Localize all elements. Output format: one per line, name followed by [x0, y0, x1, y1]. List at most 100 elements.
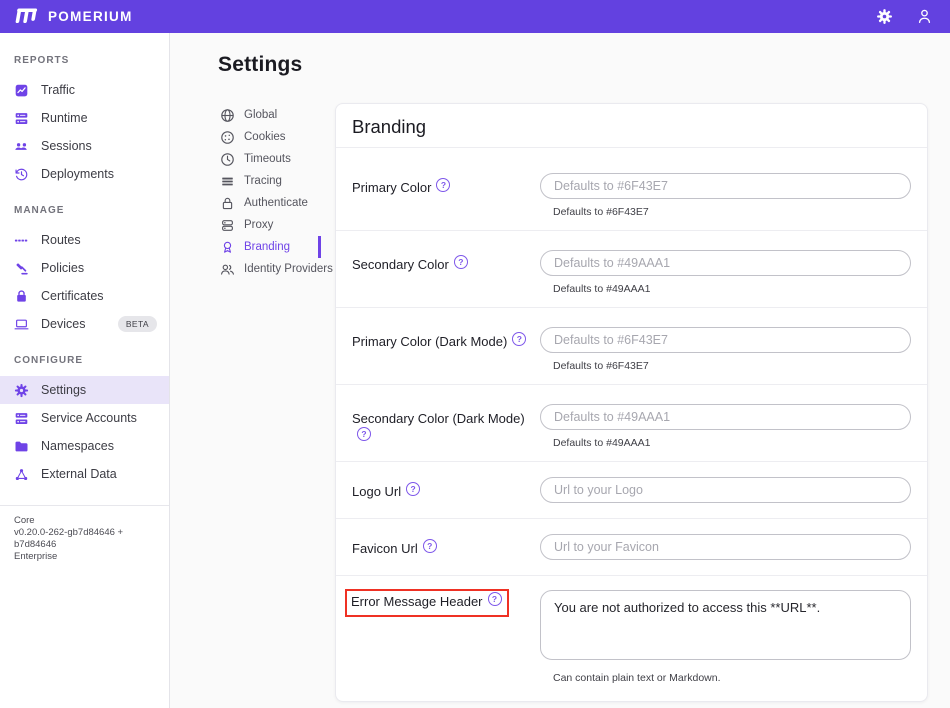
panel-title: Branding — [352, 116, 911, 137]
namespaces-folder-icon — [14, 439, 29, 454]
label-wrap: Secondary Color (Dark Mode)? — [352, 410, 540, 446]
subnav-item-tracing[interactable]: Tracing — [218, 170, 321, 192]
main-layout: REPORTS Traffic Runtime Sessions Deployments… — [0, 33, 950, 708]
field-input-primary-color[interactable] — [540, 173, 911, 199]
field-label-error-message-header: Error Message Header — [351, 594, 483, 609]
gear-icon[interactable] — [868, 2, 900, 32]
field-label-primary-color: Primary Color — [352, 180, 431, 195]
field-label-favicon-url: Favicon Url — [352, 541, 418, 556]
field-input-secondary-color-dark-mode[interactable] — [540, 404, 911, 430]
helper-text: Defaults to #49AAA1 — [553, 283, 911, 296]
field-label-col: Logo Url? — [352, 477, 540, 503]
subnav-item-global[interactable]: Global — [218, 104, 321, 126]
sidebar-item-label: Routes — [41, 233, 81, 247]
globe-icon — [220, 108, 235, 123]
external-data-icon — [14, 467, 29, 482]
sidebar-item-label: Traffic — [41, 83, 75, 97]
beta-badge: BETA — [118, 316, 157, 332]
field-control-col: Defaults to #49AAA1 — [540, 250, 911, 296]
label-wrap: Primary Color? — [352, 179, 450, 197]
field-input-logo-url[interactable] — [540, 477, 911, 503]
sidebar-item-policies[interactable]: Policies — [0, 254, 169, 282]
field-label-col: Error Message Header? — [352, 590, 540, 685]
subnav-item-identity-providers[interactable]: Identity Providers — [218, 258, 321, 280]
help-icon[interactable]: ? — [512, 332, 526, 346]
sidebar-item-label: External Data — [41, 467, 117, 481]
field-label-col: Secondary Color? — [352, 250, 540, 296]
sidebar-item-deployments[interactable]: Deployments — [0, 160, 169, 188]
settings-subnav: Global Cookies Timeouts TracingAuthenticate… — [218, 104, 321, 280]
version-number: v0.20.0-262-gb7d84646 + b7d84646 — [14, 527, 155, 551]
sessions-people-icon — [14, 139, 29, 154]
sidebar-item-label: Deployments — [41, 167, 114, 181]
sidebar-item-certificates[interactable]: Certificates — [0, 282, 169, 310]
field-row-primary-color: Primary Color? Defaults to #6F43E7 — [336, 148, 927, 230]
subnav-item-label: Identity Providers — [244, 263, 333, 275]
nav-section-label-reports: REPORTS — [14, 55, 155, 66]
nav-section-label-manage: MANAGE — [14, 205, 155, 216]
sidebar-item-sessions[interactable]: Sessions — [0, 132, 169, 160]
label-wrap: Secondary Color? — [352, 256, 468, 274]
subnav-item-label: Timeouts — [244, 153, 291, 165]
field-label-col: Primary Color (Dark Mode)? — [352, 327, 540, 373]
help-icon[interactable]: ? — [454, 255, 468, 269]
settings-gear-icon — [14, 383, 29, 398]
sidebar-item-service-accounts[interactable]: Service Accounts — [0, 404, 169, 432]
help-icon[interactable]: ? — [488, 592, 502, 606]
runtime-server-icon — [14, 111, 29, 126]
service-accounts-icon — [14, 411, 29, 426]
field-control-col: Defaults to #49AAA1 — [540, 404, 911, 450]
subnav-item-timeouts[interactable]: Timeouts — [218, 148, 321, 170]
subnav-item-proxy[interactable]: Proxy — [218, 214, 321, 236]
field-row-favicon-url: Favicon Url? — [336, 518, 927, 575]
sidebar-item-traffic[interactable]: Traffic — [0, 76, 169, 104]
field-label-primary-color-dark-mode: Primary Color (Dark Mode) — [352, 334, 507, 349]
field-row-primary-color-dark-mode: Primary Color (Dark Mode)?Defaults to #6… — [336, 307, 927, 384]
subnav-item-authenticate[interactable]: Authenticate — [218, 192, 321, 214]
pomerium-logo-icon — [14, 7, 40, 26]
subnav-item-cookies[interactable]: Cookies — [218, 126, 321, 148]
devices-laptop-icon — [14, 317, 29, 332]
version-core-label: Core — [14, 515, 155, 527]
sidebar-item-namespaces[interactable]: Namespaces — [0, 432, 169, 460]
settings-body: Global Cookies Timeouts TracingAuthenticate… — [218, 103, 928, 702]
field-input-primary-color-dark-mode[interactable] — [540, 327, 911, 353]
app-logo[interactable]: POMERIUM — [14, 7, 133, 26]
clock-icon — [220, 152, 235, 167]
field-input-secondary-color[interactable] — [540, 250, 911, 276]
subnav-item-branding[interactable]: Branding — [218, 236, 321, 258]
help-icon[interactable]: ? — [423, 539, 437, 553]
sidebar-item-devices[interactable]: Devices BETA — [0, 310, 169, 338]
helper-text: Can contain plain text or Markdown. — [553, 672, 911, 685]
sidebar-item-label: Sessions — [41, 139, 92, 153]
identity-people-icon — [220, 262, 235, 277]
sidebar-item-settings[interactable]: Settings — [0, 376, 169, 404]
field-input-error-message-header[interactable]: You are not authorized to access this **… — [540, 590, 911, 660]
field-label-logo-url: Logo Url — [352, 484, 401, 499]
sidebar-item-label: Devices — [41, 317, 85, 331]
help-icon[interactable]: ? — [436, 178, 450, 192]
field-control-col: Defaults to #6F43E7 — [540, 173, 911, 219]
person-icon[interactable] — [908, 2, 940, 32]
routes-icon — [14, 233, 29, 248]
subnav-item-label: Cookies — [244, 131, 286, 143]
help-icon[interactable]: ? — [406, 482, 420, 496]
field-control-col: You are not authorized to access this **… — [540, 590, 911, 685]
field-label-col: Favicon Url? — [352, 534, 540, 560]
label-wrap: Logo Url? — [352, 483, 420, 501]
field-label-secondary-color-dark-mode: Secondary Color (Dark Mode) — [352, 411, 525, 426]
field-row-secondary-color: Secondary Color? Defaults to #49AAA1 — [336, 230, 927, 307]
field-label-col: Primary Color? — [352, 173, 540, 219]
field-control-col: Defaults to #6F43E7 — [540, 327, 911, 373]
sidebar-item-runtime[interactable]: Runtime — [0, 104, 169, 132]
field-input-favicon-url[interactable] — [540, 534, 911, 560]
help-icon[interactable]: ? — [357, 427, 371, 441]
deployments-history-icon — [14, 167, 29, 182]
sidebar-item-routes[interactable]: Routes — [0, 226, 169, 254]
sidebar-item-external-data[interactable]: External Data — [0, 460, 169, 488]
lock-icon — [220, 196, 235, 211]
field-label-secondary-color: Secondary Color — [352, 257, 449, 272]
field-row-error-message-header: Error Message Header?You are not authori… — [336, 575, 927, 701]
proxy-stack-icon — [220, 218, 235, 233]
app-header: POMERIUM — [0, 0, 950, 33]
